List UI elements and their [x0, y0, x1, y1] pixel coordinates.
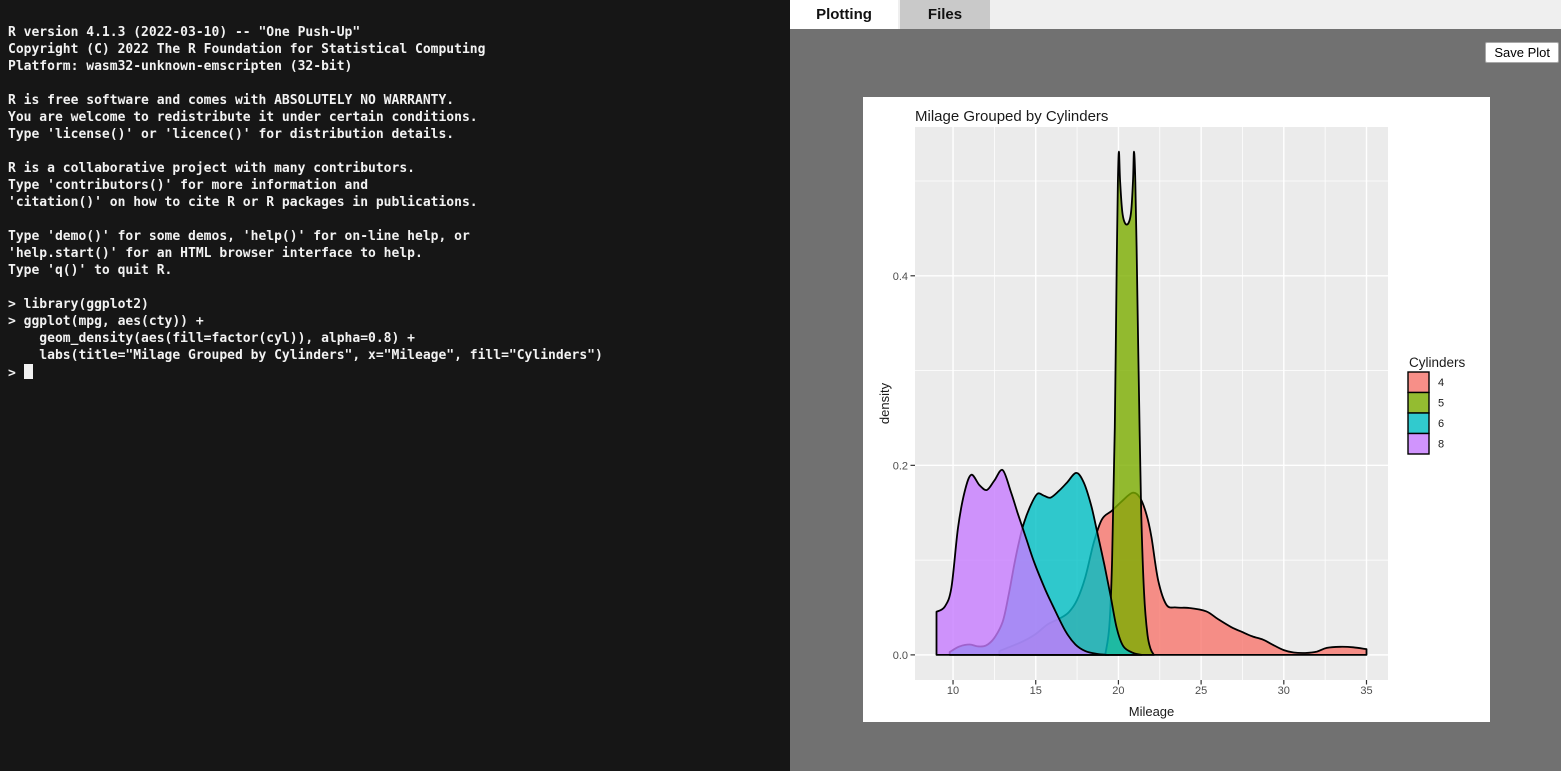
tab-bar: Plotting Files [790, 0, 1561, 29]
y-axis-label: density [877, 382, 892, 424]
console-line: 'citation()' on how to cite R or R packa… [8, 194, 790, 211]
console-line [8, 211, 790, 228]
r-console[interactable]: R version 4.1.3 (2022-03-10) -- "One Pus… [0, 0, 790, 771]
x-tick-label: 15 [1030, 685, 1042, 697]
console-line: > ggplot(mpg, aes(cty)) + [8, 313, 790, 330]
x-tick-label: 35 [1360, 685, 1372, 697]
tab-plotting-label: Plotting [816, 6, 872, 23]
x-tick-label: 25 [1195, 685, 1207, 697]
console-line: > [8, 364, 790, 381]
console-line: Platform: wasm32-unknown-emscripten (32-… [8, 58, 790, 75]
console-line: R is a collaborative project with many c… [8, 160, 790, 177]
plot-workspace: Save Plot 10 15 20 25 30 35 0.0 0.2 0.4 Milage Gr… [790, 29, 1561, 771]
save-plot-button[interactable]: Save Plot [1485, 42, 1559, 63]
legend-label-4-cyl: 4 [1438, 377, 1444, 389]
legend-label-6-cyl: 6 [1438, 418, 1444, 430]
app-root: R version 4.1.3 (2022-03-10) -- "One Pus… [0, 0, 1561, 771]
console-line: R version 4.1.3 (2022-03-10) -- "One Pus… [8, 24, 790, 41]
console-line: Type 'license()' or 'licence()' for dist… [8, 126, 790, 143]
y-tick-label: 0.0 [893, 650, 908, 662]
console-line: Type 'q()' to quit R. [8, 262, 790, 279]
plot-title: Milage Grouped by Cylinders [915, 108, 1108, 125]
console-line: Copyright (C) 2022 The R Foundation for … [8, 41, 790, 58]
tab-files[interactable]: Files [900, 0, 990, 29]
console-line: You are welcome to redistribute it under… [8, 109, 790, 126]
console-line: Type 'demo()' for some demos, 'help()' f… [8, 228, 790, 245]
legend-label-8-cyl: 8 [1438, 439, 1444, 451]
legend-key-6-cyl [1408, 413, 1429, 434]
x-axis-label: Mileage [1129, 704, 1175, 719]
legend-key-5-cyl [1408, 393, 1429, 414]
legend-key-4-cyl [1408, 372, 1429, 393]
tab-files-label: Files [928, 6, 962, 23]
console-line: geom_density(aes(fill=factor(cyl)), alph… [8, 330, 790, 347]
x-tick-label: 20 [1112, 685, 1124, 697]
legend-title: Cylinders [1409, 355, 1466, 370]
terminal-cursor [24, 364, 33, 379]
y-tick-label: 0.2 [893, 460, 908, 472]
y-tick-label: 0.4 [893, 271, 908, 283]
plot-workspace-panel: Plotting Files Save Plot 10 15 20 25 30 35 0.0… [790, 0, 1561, 771]
console-line [8, 279, 790, 296]
x-tick-label: 30 [1278, 685, 1290, 697]
console-line: 'help.start()' for an HTML browser inter… [8, 245, 790, 262]
tab-plotting[interactable]: Plotting [790, 0, 898, 29]
x-tick-label: 10 [947, 685, 959, 697]
legend-label-5-cyl: 5 [1438, 398, 1444, 410]
console-line: labs(title="Milage Grouped by Cylinders"… [8, 347, 790, 364]
plot-card: 10 15 20 25 30 35 0.0 0.2 0.4 Milage Grouped by C… [863, 97, 1490, 722]
console-line [8, 75, 790, 92]
legend-key-8-cyl [1408, 434, 1429, 455]
ggplot-density-chart: 10 15 20 25 30 35 0.0 0.2 0.4 Milage Grouped by C… [863, 97, 1490, 722]
console-line: > library(ggplot2) [8, 296, 790, 313]
console-line [8, 143, 790, 160]
console-line: R is free software and comes with ABSOLU… [8, 92, 790, 109]
console-line: Type 'contributors()' for more informati… [8, 177, 790, 194]
